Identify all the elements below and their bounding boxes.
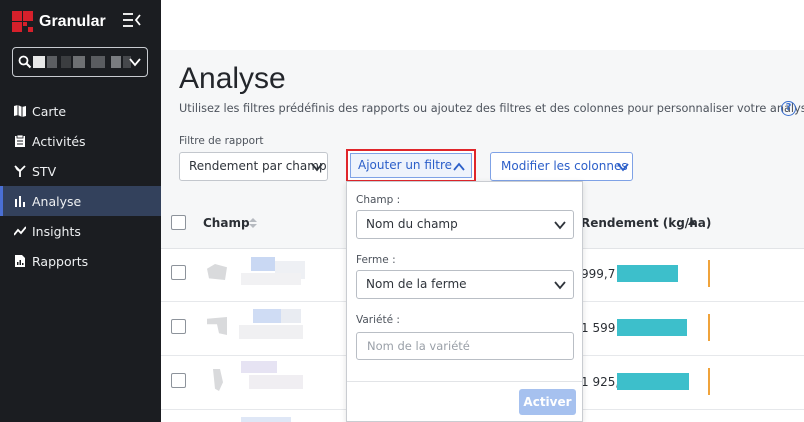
sidebar-item-analyse[interactable]: Analyse (0, 186, 161, 216)
clipboard-icon (14, 135, 26, 147)
sidebar-item-stv[interactable]: STV (0, 156, 161, 186)
sort-icon[interactable] (249, 218, 257, 228)
target-marker (708, 314, 710, 341)
yield-bar (617, 319, 687, 336)
report-filter-select[interactable]: Rendement par champ (179, 152, 328, 181)
chevron-down-icon (617, 163, 629, 172)
report-filter-label: Filtre de rapport (179, 135, 264, 147)
add-filter-button-inner[interactable]: Ajouter un filtre (350, 153, 472, 178)
chevron-down-icon (129, 58, 141, 67)
report-filter-value: Rendement par champ (189, 159, 327, 173)
row-checkbox[interactable] (171, 373, 186, 388)
report-icon (14, 255, 26, 267)
redacted-field-name (281, 309, 301, 323)
logo[interactable]: Granular (12, 11, 106, 32)
search-icon (18, 55, 32, 69)
select-all-checkbox[interactable] (171, 215, 186, 230)
redacted-field-name (239, 325, 303, 339)
variety-input[interactable]: Nom de la variété (356, 332, 574, 360)
yield-bar (617, 373, 689, 390)
edit-columns-button[interactable]: Modifier les colonnes (490, 152, 633, 181)
target-marker (708, 260, 710, 287)
map-icon (14, 105, 26, 117)
row-checkbox[interactable] (171, 265, 186, 280)
page-subtitle: Utilisez les filtres prédéfinis des rapp… (179, 102, 804, 115)
bar-chart-icon (14, 195, 26, 207)
chevron-down-icon (311, 163, 323, 172)
redacted-field-name (241, 361, 277, 373)
column-header-field[interactable]: Champ (203, 216, 250, 230)
yield-value: 999,7 (581, 267, 616, 281)
field-thumbnail (213, 369, 223, 391)
farm-filter-label: Ferme : (356, 254, 396, 266)
yield-bar (617, 265, 678, 282)
redacted-field-name (241, 273, 301, 285)
sidebar-item-insights[interactable]: Insights (0, 216, 161, 246)
activate-button[interactable]: Activer (519, 389, 576, 415)
farm-selector[interactable] (12, 47, 148, 77)
sidebar-nav: Carte Activités STV Analyse Insights Rap… (0, 96, 161, 276)
sidebar: Granular Carte Activités STV Analyse Ins… (0, 0, 161, 422)
variety-filter-label: Variété : (356, 314, 400, 326)
redacted-farm-name (33, 53, 133, 71)
target-marker (708, 368, 710, 395)
redacted-field-name (253, 309, 281, 323)
sidebar-item-label: Insights (32, 223, 81, 239)
sidebar-item-activites[interactable]: Activités (0, 126, 161, 156)
page-title: Analyse (179, 62, 286, 95)
sidebar-item-label: Activités (32, 133, 86, 149)
field-filter-label: Champ : (356, 194, 401, 206)
sidebar-item-label: Carte (32, 103, 67, 119)
chevron-down-icon (554, 281, 566, 290)
add-filter-label: Ajouter un filtre (358, 158, 453, 172)
sort-ascending-icon[interactable] (688, 218, 696, 226)
redacted-field-name (249, 375, 303, 389)
app-name: Granular (39, 12, 106, 30)
sidebar-item-label: STV (32, 163, 57, 179)
farm-filter-select[interactable]: Nom de la ferme (356, 270, 574, 299)
plant-icon (14, 165, 26, 177)
chevron-down-icon (554, 221, 566, 230)
edit-columns-label: Modifier les colonnes (501, 159, 628, 173)
field-thumbnail (207, 264, 227, 280)
row-checkbox[interactable] (171, 319, 186, 334)
add-filter-button[interactable]: Ajouter un filtre (346, 149, 476, 182)
top-bar (161, 0, 804, 50)
redacted-field-name (241, 417, 291, 422)
sidebar-item-label: Rapports (32, 253, 89, 269)
farm-filter-value: Nom de la ferme (366, 277, 467, 291)
trend-icon (14, 225, 26, 237)
sidebar-item-rapports[interactable]: Rapports (0, 246, 161, 276)
redacted-field-name (251, 257, 275, 271)
field-filter-select[interactable]: Nom du champ (356, 210, 574, 239)
field-filter-value: Nom du champ (366, 217, 458, 231)
yield-value: 1 599 (581, 321, 616, 335)
help-icon[interactable]: ? (781, 101, 796, 116)
collapse-menu-icon[interactable] (122, 12, 142, 28)
sidebar-item-carte[interactable]: Carte (0, 96, 161, 126)
add-filter-panel: Champ : Nom du champ Ferme : Nom de la f… (346, 181, 583, 422)
sidebar-item-label: Analyse (32, 193, 82, 209)
panel-divider (347, 381, 582, 382)
chevron-up-icon (453, 162, 465, 171)
field-thumbnail (207, 317, 227, 335)
granular-logo-icon (12, 11, 33, 32)
